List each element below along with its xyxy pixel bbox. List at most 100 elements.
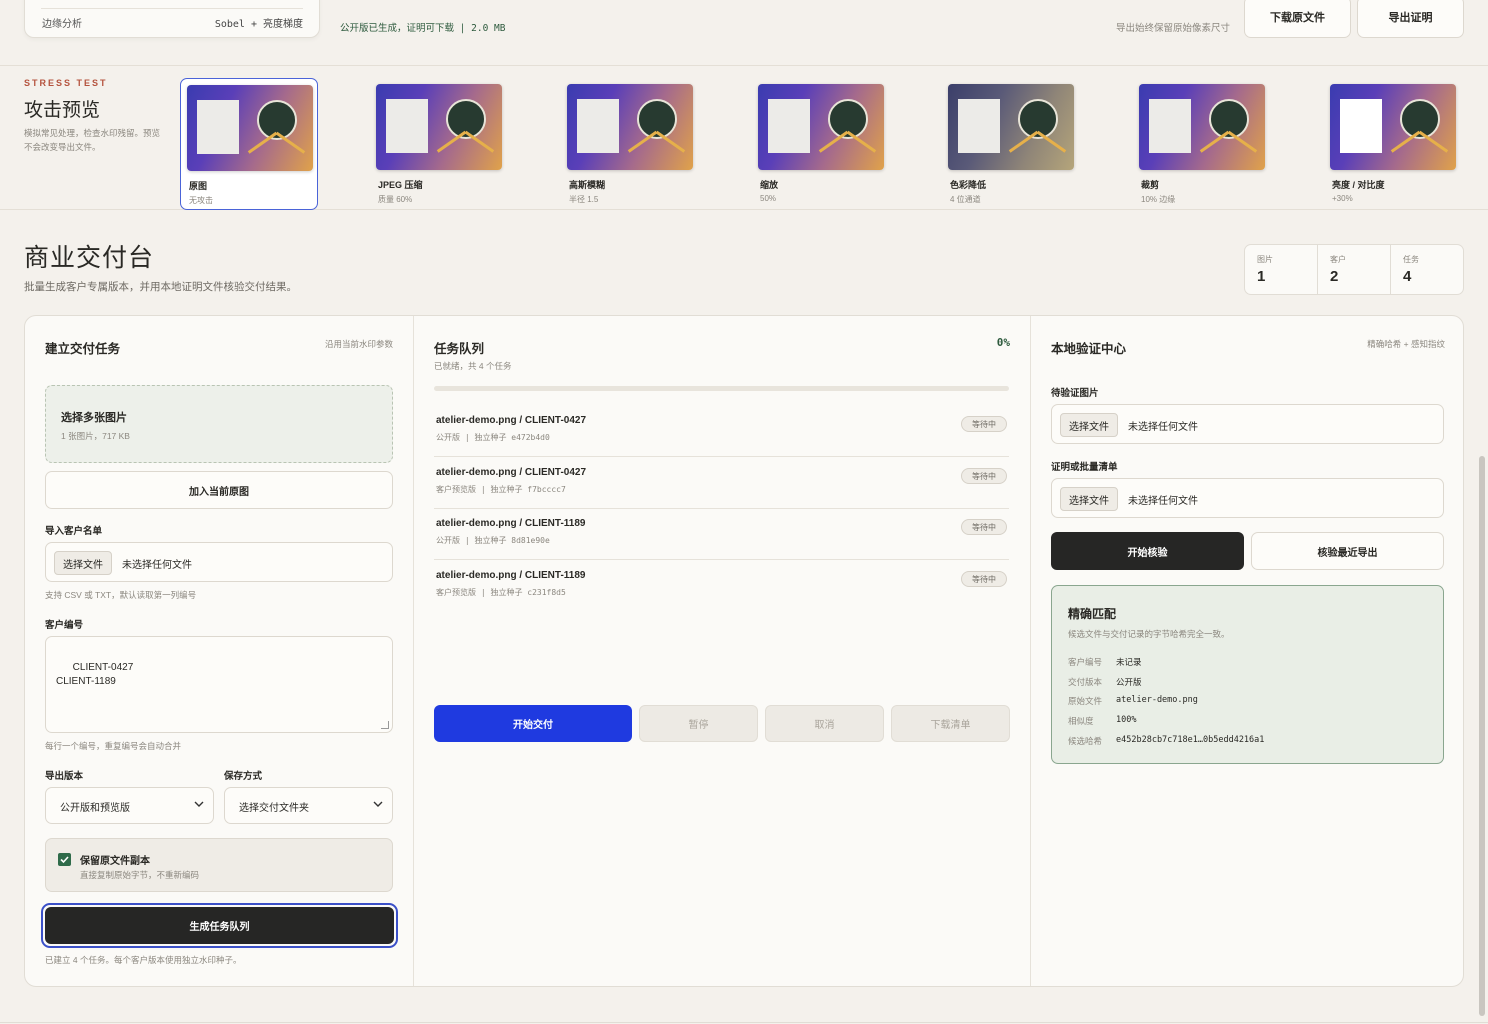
- match-result-card: 精确匹配 候选文件与交付记录的字节哈希完全一致。 客户编号 未记录 交付版本 公…: [1051, 585, 1444, 764]
- preview-image: [1139, 84, 1265, 170]
- status-badge: 等待中: [961, 468, 1007, 484]
- preview-image: [1330, 84, 1456, 170]
- match-title: 精确匹配: [1068, 607, 1117, 621]
- generate-hint: 已建立 4 个任务。每个客户版本使用独立水印种子。: [45, 955, 242, 965]
- attack-sub: 无攻击: [189, 196, 213, 205]
- stick-shape: [1008, 130, 1039, 153]
- stick-shape: [627, 130, 658, 153]
- proof-file-label: 证明或批量清单: [1051, 462, 1118, 473]
- build-title: 建立交付任务: [45, 342, 121, 356]
- generate-queue-button[interactable]: 生成任务队列: [45, 907, 394, 944]
- attack-preview-item[interactable]: 色彩降低 4 位通道: [942, 78, 1080, 210]
- match-key: 候选哈希: [1068, 736, 1103, 746]
- no-file-text: 未选择任何文件: [1128, 496, 1198, 507]
- choose-file-button[interactable]: 选择文件: [1060, 413, 1118, 437]
- paper-shape: [197, 100, 239, 154]
- attack-preview-item[interactable]: 高斯模糊 半径 1.5: [561, 78, 699, 210]
- stress-test-section: STRESS TEST 攻击预览 模拟常见处理，检查水印残留。预览不会改变导出文…: [0, 66, 1488, 210]
- status-badge: 等待中: [961, 416, 1007, 432]
- save-mode-select[interactable]: 选择交付文件夹: [224, 787, 393, 824]
- divider: [41, 8, 303, 9]
- chevron-down-icon: [373, 801, 383, 807]
- dropzone-summary: 1 张图片，717 KB: [61, 431, 130, 441]
- status-badge: 等待中: [961, 571, 1007, 587]
- choose-file-button[interactable]: 选择文件: [1060, 487, 1118, 511]
- keep-original-title: 保留原文件副本: [80, 856, 150, 867]
- match-value: 未记录: [1116, 657, 1142, 667]
- edge-analysis-label: 边缘分析: [42, 19, 82, 30]
- stress-title: 攻击预览: [24, 99, 101, 121]
- match-value: 公开版: [1116, 677, 1142, 687]
- task-queue-column: 任务队列 已就绪，共 4 个任务 0% atelier-demo.png / C…: [414, 316, 1031, 986]
- preview-image: [187, 85, 313, 171]
- page-subtitle: 批量生成客户专属版本，并用本地证明文件核验交付结果。: [24, 281, 297, 293]
- stick-shape: [247, 131, 278, 154]
- paper-shape: [577, 99, 619, 153]
- attack-preview-item[interactable]: 缩放 50%: [752, 78, 890, 210]
- add-current-image-button[interactable]: 加入当前原图: [45, 471, 393, 509]
- edge-analysis-card: 边缘分析 Sobel + 亮度梯度: [24, 0, 320, 38]
- import-clients-label: 导入客户名单: [45, 526, 103, 537]
- download-original-button[interactable]: 下载原文件: [1244, 0, 1351, 38]
- download-manifest-button[interactable]: 下载清单: [891, 705, 1010, 742]
- attack-preview-item[interactable]: 裁剪 10% 边缘: [1133, 78, 1271, 210]
- check-icon: [60, 856, 69, 864]
- stat-value: 2: [1330, 268, 1339, 285]
- queue-title: 任务队列: [434, 342, 485, 356]
- stick-shape: [1390, 130, 1421, 153]
- attack-preview-item[interactable]: 亮度 / 对比度 +30%: [1324, 78, 1462, 210]
- export-proof-button[interactable]: 导出证明: [1357, 0, 1464, 38]
- queue-row-sub: 客户预览版 | 独立种子 c231f8d5: [436, 588, 566, 597]
- image-dropzone[interactable]: 选择多张图片 1 张图片，717 KB: [45, 385, 393, 463]
- client-ids-textarea[interactable]: CLIENT-0427 CLIENT-1189: [45, 636, 393, 733]
- build-hint: 沿用当前水印参数: [324, 339, 393, 349]
- stick-shape: [464, 130, 495, 153]
- export-hint: 导出始终保留原始像素尺寸: [1116, 23, 1231, 34]
- save-mode-label: 保存方式: [224, 771, 263, 782]
- stat-clients: 客户 2: [1318, 245, 1391, 294]
- resize-handle[interactable]: [381, 721, 389, 729]
- choose-file-button[interactable]: 选择文件: [54, 551, 112, 575]
- stat-tasks: 任务 4: [1391, 245, 1463, 294]
- match-value: 100%: [1116, 715, 1137, 725]
- proof-file-input[interactable]: 选择文件 未选择任何文件: [1051, 478, 1444, 518]
- queue-row[interactable]: atelier-demo.png / CLIENT-0427 公开版 | 独立种…: [434, 405, 1009, 457]
- page-title: 商业交付台: [24, 243, 155, 272]
- queue-row-sub: 客户预览版 | 独立种子 f7bcccc7: [436, 485, 566, 494]
- paper-shape: [386, 99, 428, 153]
- match-value: atelier-demo.png: [1116, 695, 1198, 705]
- status-badge: 等待中: [961, 519, 1007, 535]
- client-ids-value: CLIENT-0427 CLIENT-1189: [56, 662, 134, 687]
- pending-image-file-input[interactable]: 选择文件 未选择任何文件: [1051, 404, 1444, 444]
- page-scrollbar[interactable]: [1479, 456, 1485, 1016]
- stat-label: 图片: [1257, 255, 1273, 264]
- export-version-select[interactable]: 公开版和预览版: [45, 787, 214, 824]
- preview-image: [758, 84, 884, 170]
- start-verify-button[interactable]: 开始核验: [1051, 532, 1244, 570]
- match-key: 相似度: [1068, 716, 1094, 726]
- client-list-file-input[interactable]: 选择文件 未选择任何文件: [45, 542, 393, 582]
- attack-sub: 4 位通道: [950, 195, 981, 204]
- match-description: 候选文件与交付记录的字节哈希完全一致。: [1068, 629, 1230, 639]
- stress-kicker: STRESS TEST: [24, 78, 108, 88]
- queue-row[interactable]: atelier-demo.png / CLIENT-0427 客户预览版 | 独…: [434, 457, 1009, 509]
- queue-row[interactable]: atelier-demo.png / CLIENT-1189 公开版 | 独立种…: [434, 508, 1009, 560]
- save-mode-value: 选择交付文件夹: [239, 803, 309, 814]
- queue-row[interactable]: atelier-demo.png / CLIENT-1189 客户预览版 | 独…: [434, 560, 1009, 612]
- verify-recent-button[interactable]: 核验最近导出: [1251, 532, 1444, 570]
- preview-image: [948, 84, 1074, 170]
- match-key: 交付版本: [1068, 677, 1103, 687]
- keep-original-checkbox[interactable]: [58, 853, 71, 866]
- stat-value: 4: [1403, 268, 1412, 285]
- attack-sub: 10% 边缘: [1141, 195, 1176, 204]
- import-hint: 支持 CSV 或 TXT，默认读取第一列编号: [45, 590, 197, 600]
- export-status: 公开版已生成，证明可下载 | 2.0 MB: [340, 23, 506, 34]
- attack-label: 高斯模糊: [569, 180, 606, 190]
- cancel-button[interactable]: 取消: [765, 705, 884, 742]
- pause-button[interactable]: 暂停: [639, 705, 758, 742]
- attack-preview-item[interactable]: JPEG 压缩 质量 60%: [370, 78, 508, 210]
- attack-sub: 质量 60%: [378, 195, 413, 204]
- attack-sub: 50%: [760, 194, 777, 203]
- attack-preview-item[interactable]: 原图 无攻击: [180, 78, 318, 210]
- start-delivery-button[interactable]: 开始交付: [434, 705, 632, 742]
